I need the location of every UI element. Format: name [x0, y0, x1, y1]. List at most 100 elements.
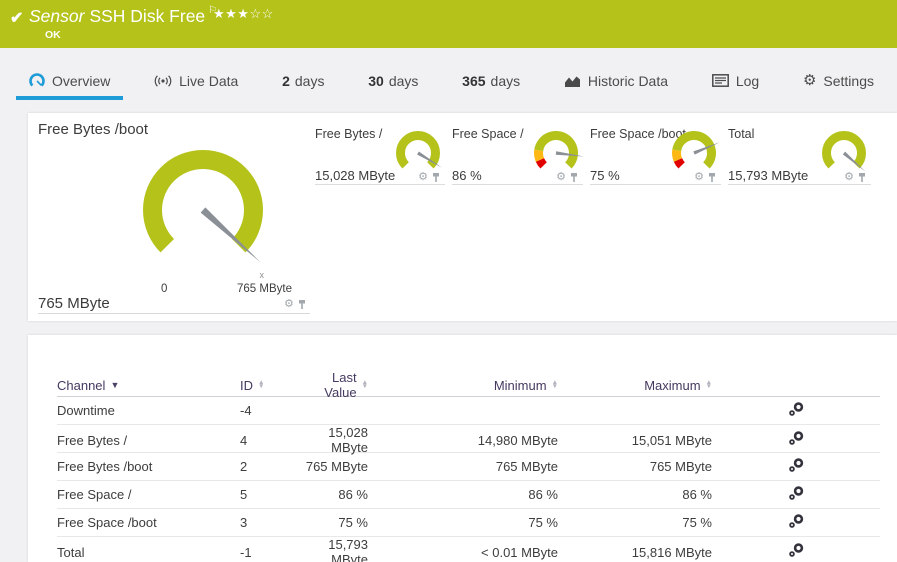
cell-id: -1 [240, 544, 252, 560]
column-header-channel[interactable]: Channel ▼ [57, 378, 240, 393]
double-gear-icon [789, 513, 804, 528]
double-gear-icon [789, 431, 804, 445]
log-icon [711, 74, 729, 87]
tab-365-days[interactable]: 365 days [449, 48, 533, 113]
divider [315, 184, 446, 185]
table-row-free-bytes: Free Bytes / 4 15,028 MByte 14,980 MByte 15,… [57, 425, 880, 455]
gauge-title: Free Bytes / [315, 127, 383, 141]
cell-id: 4 [240, 432, 248, 448]
chart-icon [564, 74, 581, 88]
cell-maximum: 15,816 MByte [631, 544, 712, 560]
table-row-downtime: Downtime -4 [57, 397, 880, 425]
gauge-settings-icon[interactable]: ⚙ [694, 172, 704, 183]
cell-channel: Free Space /boot [57, 515, 157, 530]
gauge-value: 15,028 MByte [315, 168, 396, 183]
pin-icon[interactable] [298, 299, 306, 310]
gauge-controls: ⚙ [694, 172, 716, 183]
table-row-free-space-boot: Free Space /boot 3 75 % 75 % 75 % [57, 509, 880, 537]
cell-maximum: 86 % [682, 487, 712, 502]
tab-historic-data[interactable]: Historic Data [551, 48, 681, 113]
column-label: ID [240, 377, 253, 393]
star-rating[interactable]: ★★★☆☆ [213, 6, 274, 22]
cell-actions [712, 543, 880, 561]
tab-label: Log [735, 72, 760, 89]
gauge-title: Total [728, 127, 755, 141]
gauge-arc [673, 157, 685, 169]
column-label: Channel [57, 377, 106, 393]
cell-actions [712, 401, 880, 420]
gauge-icon [29, 72, 45, 89]
tab-settings[interactable]: ⚙ Settings [790, 48, 887, 113]
divider [38, 313, 310, 314]
double-gear-icon [789, 457, 804, 472]
status-badge: OK [45, 29, 61, 41]
gauge-arc [672, 149, 683, 162]
pin-icon[interactable] [432, 172, 440, 183]
gauge-title: Free Space / [452, 127, 524, 141]
column-label: Last Value [324, 370, 357, 400]
cell-id: 3 [240, 515, 248, 530]
double-gear-icon [789, 401, 804, 416]
gauge-value: 15,793 MByte [728, 168, 809, 183]
tab-log[interactable]: Log [699, 48, 772, 113]
broadcast-icon [154, 74, 172, 88]
cell-channel: Free Bytes / [57, 432, 128, 448]
tab-label: Live Data [179, 72, 239, 89]
channel-settings-icon[interactable] [788, 543, 804, 561]
channel-settings-icon[interactable] [788, 513, 804, 532]
column-label: Minimum [493, 377, 547, 393]
gauge-cell-total: Total 15,793 MByte ⚙ [728, 123, 878, 203]
gauge-settings-icon[interactable]: ⚙ [556, 172, 566, 183]
channel-settings-icon[interactable] [788, 431, 804, 449]
column-header-maximum[interactable]: Maximum ▲ ▼ [558, 378, 712, 393]
pin-icon[interactable] [858, 172, 866, 183]
divider [590, 184, 722, 185]
tab-label: Settings [823, 72, 874, 89]
cell-minimum: 14,980 MByte [477, 432, 558, 448]
channel-settings-icon[interactable] [788, 485, 804, 504]
column-header-last-value[interactable]: Last Value ▲ ▼ [303, 370, 368, 400]
tab-30-days[interactable]: 30 days [355, 48, 431, 113]
table-header-row: Channel ▼ ID ▲ ▼ Last Value ▲ ▼ Minimum ▲ ▼ Maximum… [57, 370, 880, 400]
gauge-arc [822, 131, 866, 169]
gauge-value: 75 % [590, 168, 620, 183]
main-gauge-title: Free Bytes /boot [38, 121, 149, 138]
double-gear-icon [789, 543, 804, 557]
pin-icon[interactable] [570, 172, 578, 183]
gauge-cell-free-space-boot: Free Space /boot 75 % ⚙ [590, 123, 728, 203]
main-gauge-controls: ⚙ [284, 299, 306, 310]
gauge-settings-icon[interactable]: ⚙ [418, 172, 428, 183]
cell-minimum: 765 MByte [495, 459, 558, 474]
gauge-cell-free-space: Free Space / 86 % ⚙ [452, 123, 590, 203]
gauge-settings-icon[interactable]: ⚙ [284, 299, 294, 310]
cell-channel: Total [57, 544, 85, 560]
double-gear-icon [789, 485, 804, 500]
sensor-type-label: Sensor [29, 6, 85, 26]
cell-last-value: 765 MByte [305, 459, 368, 474]
tab-overview[interactable]: Overview [16, 48, 124, 113]
channel-settings-icon[interactable] [788, 457, 804, 476]
tab-live-data[interactable]: Live Data [141, 48, 251, 113]
main-gauge: x [143, 150, 264, 280]
cell-minimum: < 0.01 MByte [481, 544, 558, 560]
tab-bar: Overview Live Data 2 days 30 days 365 days Histo… [0, 48, 897, 113]
table-body: Downtime -4 Free Bytes / 4 15,028 MByte 14,98… [57, 397, 880, 562]
channel-table-panel: Channel ▼ ID ▲ ▼ Last Value ▲ ▼ Minimum ▲ ▼ Maximum… [28, 335, 897, 562]
cell-last-value: 15,793 MByte [328, 537, 368, 562]
column-header-minimum[interactable]: Minimum ▲ ▼ [368, 378, 558, 393]
column-header-id[interactable]: ID ▲ ▼ [240, 378, 303, 393]
tab-label: Overview [52, 72, 111, 89]
channel-settings-icon[interactable] [788, 401, 804, 420]
tab-2-days[interactable]: 2 days [269, 48, 337, 113]
cell-minimum: 75 % [528, 515, 558, 530]
cell-id: 2 [240, 459, 248, 474]
cell-last-value: 15,028 MByte [328, 425, 368, 455]
tab-label: days [294, 72, 325, 89]
prtg-sensor-page: ✔ Sensor SSH Disk Free ⚐ ★★★☆☆ OK Overview… [0, 0, 897, 562]
tab-number: 2 [282, 72, 290, 89]
gauge-settings-icon[interactable]: ⚙ [844, 172, 854, 183]
sensor-header: ✔ Sensor SSH Disk Free ⚐ ★★★☆☆ OK [0, 0, 897, 48]
pin-icon[interactable] [708, 172, 716, 183]
gauge-peak-marker: x [259, 270, 264, 280]
gauge-scale-min: 0 [161, 283, 168, 295]
